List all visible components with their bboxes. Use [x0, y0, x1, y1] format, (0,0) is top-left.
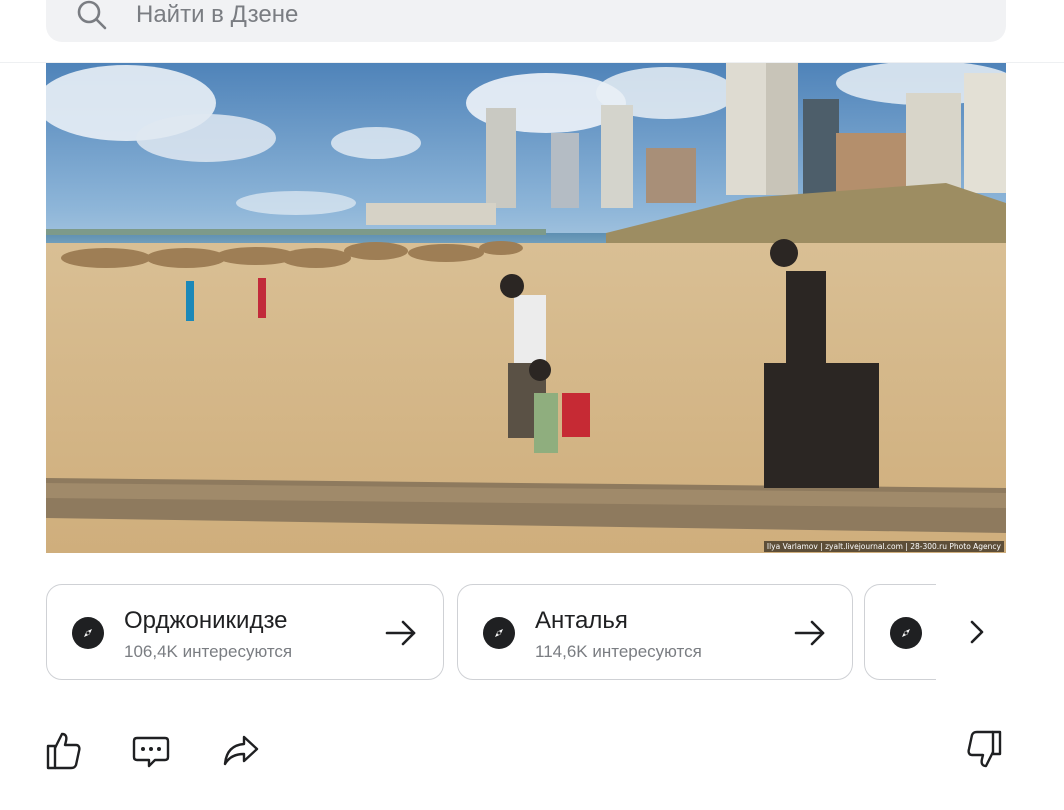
arrow-right-icon [794, 620, 825, 646]
compass-icon [72, 617, 104, 649]
search-input[interactable] [136, 0, 956, 30]
compass-icon [890, 617, 922, 649]
chip-title: Орджоникидзе [124, 607, 288, 634]
photo-credit: Ilya Varlamov | zyalt.livejournal.com | … [763, 541, 1004, 552]
thumbs-up-icon[interactable] [44, 728, 84, 772]
article-photo[interactable]: Ilya Varlamov | zyalt.livejournal.com | … [46, 63, 1006, 553]
comment-icon[interactable] [131, 728, 171, 772]
compass-icon [483, 617, 515, 649]
arrow-right-icon [385, 620, 416, 646]
share-icon[interactable] [221, 728, 261, 772]
chip-ordzhonikidze[interactable]: Орджоникидзе 106,4K интересуются [46, 584, 444, 680]
chevron-right-icon[interactable] [955, 611, 1001, 653]
topic-chips: Орджоникидзе 106,4K интересуются Анталья… [46, 584, 936, 680]
search-icon [77, 0, 107, 30]
search-bar[interactable] [46, 0, 1006, 42]
chip-title: Анталья [535, 607, 628, 634]
chip-subtitle: 114,6K интересуются [535, 642, 702, 661]
chip-partial[interactable] [864, 584, 936, 680]
chip-antalya[interactable]: Анталья 114,6K интересуются [457, 584, 853, 680]
chip-subtitle: 106,4K интересуются [124, 642, 293, 661]
beach-photo [46, 63, 1006, 553]
thumbs-down-icon[interactable] [964, 728, 1004, 772]
search-header [0, 0, 1064, 63]
article-actions [0, 728, 1064, 778]
